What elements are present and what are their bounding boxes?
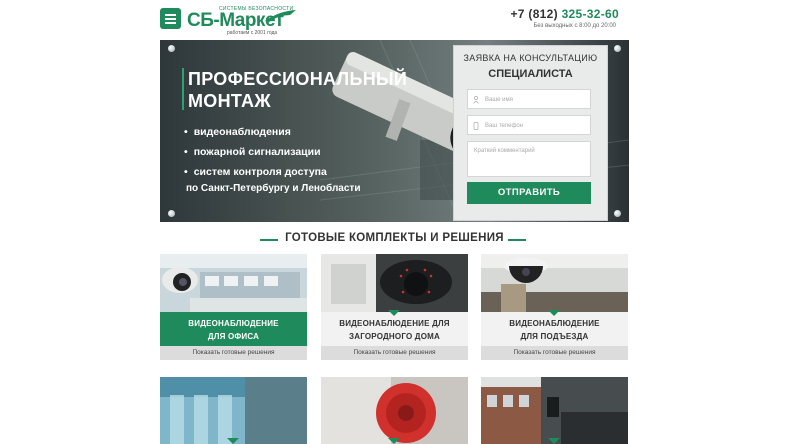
hero-region: по Санкт-Петербургу и Ленобласти: [186, 183, 361, 194]
section-title-line-right: [508, 239, 526, 241]
hero-title-accent: [182, 68, 184, 110]
show-solutions-link[interactable]: Показать готовые решения: [481, 346, 628, 360]
name-field[interactable]: Ваше имя: [467, 89, 591, 109]
logo-swoosh-icon: [265, 10, 296, 22]
user-icon: [473, 96, 479, 104]
section-title: ГОТОВЫЕ КОМПЛЕКТЫ И РЕШЕНИЯ: [285, 232, 504, 244]
phone-prefix: +7 (812): [510, 7, 558, 21]
card-title: ВИДЕОНАБЛЮДЕНИЕ ДЛЯ ЗАГОРОДНОГО ДОМА: [325, 317, 464, 343]
form-title: ЗАЯВКА НА КОНСУЛЬТАЦИЮ: [463, 53, 598, 63]
phone-icon: [473, 122, 479, 130]
screw-icon: [614, 45, 621, 52]
card-title: ВИДЕОНАБЛЮДЕНИЕ ДЛЯ ОФИСА: [164, 317, 303, 343]
name-field-placeholder: Ваше имя: [485, 97, 513, 103]
phone-number[interactable]: +7 (812) 325-32-60: [511, 7, 620, 21]
office-image: [160, 254, 307, 312]
dome-camera-image: [481, 254, 628, 312]
hero-services-list: видеонаблюдения пожарной сигнализации си…: [184, 122, 327, 182]
hero-service-item: систем контроля доступа: [184, 162, 327, 182]
working-hours: Без выходных с 8:00 до 20:00: [533, 23, 616, 29]
logo-since: работаем с 2001 года: [227, 30, 278, 36]
solution-card-entrance[interactable]: ВИДЕОНАБЛЮДЕНИЕ ДЛЯ ПОДЪЕЗДА Показать го…: [481, 254, 628, 360]
solution-card-card-reader[interactable]: [321, 377, 468, 444]
gate-barrier-image: [481, 377, 628, 444]
phone-field-placeholder: Ваш телефон: [485, 123, 524, 129]
solution-card-access-control[interactable]: [160, 377, 307, 444]
access-gates-image: [160, 377, 307, 444]
country-house-camera-image: [321, 254, 468, 312]
solution-card-country-house[interactable]: ВИДЕОНАБЛЮДЕНИЕ ДЛЯ ЗАГОРОДНОГО ДОМА Пок…: [321, 254, 468, 360]
card-title-line2: ЗАГОРОДНОГО ДОМА: [349, 332, 440, 341]
card-notch: [548, 310, 560, 316]
phone-main: 325-32-60: [561, 7, 619, 21]
logo[interactable]: СИСТЕМЫ БЕЗОПАСНОСТИ СБ-Маркет работаем …: [187, 6, 299, 36]
solution-card-office[interactable]: ВИДЕОНАБЛЮДЕНИЕ ДЛЯ ОФИСА Показать готов…: [160, 254, 307, 360]
comment-field-placeholder: Краткий комментарий: [474, 148, 535, 154]
menu-bar-icon: [165, 22, 176, 24]
card-title-line2: ДЛЯ ОФИСА: [207, 332, 260, 341]
submit-button[interactable]: ОТПРАВИТЬ: [467, 182, 591, 204]
hero-title: ПРОФЕССИОНАЛЬНЫЙ МОНТАЖ: [188, 68, 407, 112]
hero-service-item: пожарной сигнализации: [184, 142, 327, 162]
show-solutions-link[interactable]: Показать готовые решения: [160, 346, 307, 360]
form-subtitle: СПЕЦИАЛИСТА: [488, 68, 573, 80]
screw-icon: [614, 210, 621, 217]
solution-card-gates[interactable]: [481, 377, 628, 444]
screw-icon: [168, 210, 175, 217]
card-title: ВИДЕОНАБЛЮДЕНИЕ ДЛЯ ПОДЪЕЗДА: [485, 317, 624, 343]
comment-field[interactable]: Краткий комментарий: [467, 141, 591, 177]
card-title-line1: ВИДЕОНАБЛЮДЕНИЕ ДЛЯ: [339, 319, 450, 328]
card-title-line1: ВИДЕОНАБЛЮДЕНИЕ: [509, 319, 600, 328]
hero-service-item: видеонаблюдения: [184, 122, 327, 142]
show-solutions-link[interactable]: Показать готовые решения: [321, 346, 468, 360]
phone-field[interactable]: Ваш телефон: [467, 115, 591, 135]
card-title-line1: ВИДЕОНАБЛЮДЕНИЕ: [188, 319, 279, 328]
consultation-form: ЗАЯВКА НА КОНСУЛЬТАЦИЮ СПЕЦИАЛИСТА Ваше …: [453, 45, 608, 221]
menu-button[interactable]: [160, 8, 181, 29]
card-notch: [227, 438, 239, 444]
menu-bar-icon: [165, 18, 176, 20]
screw-icon: [168, 45, 175, 52]
menu-bar-icon: [165, 14, 176, 16]
card-notch: [548, 438, 560, 444]
card-notch: [388, 310, 400, 316]
hero-title-line1: ПРОФЕССИОНАЛЬНЫЙ: [188, 69, 408, 89]
card-title-line2: ДЛЯ ПОДЪЕЗДА: [520, 332, 589, 341]
hero-title-line2: МОНТАЖ: [188, 91, 271, 111]
